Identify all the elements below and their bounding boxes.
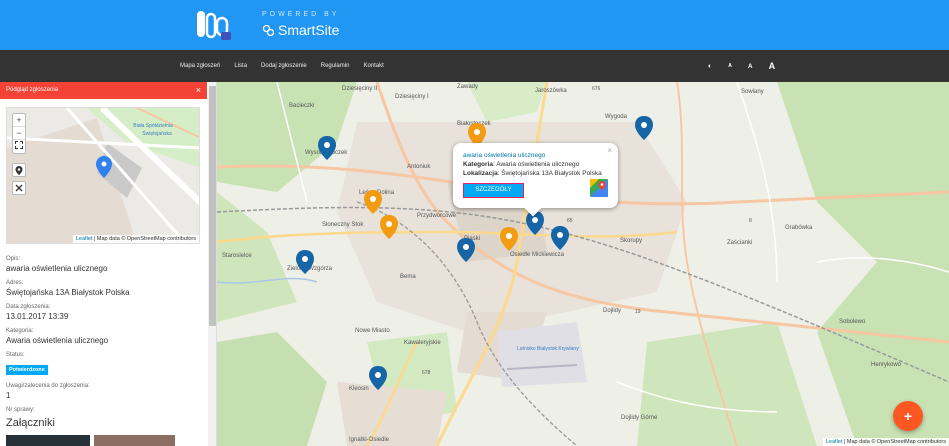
map-label-sobolewo: Sobolewo	[839, 319, 866, 325]
map-label-dojlidy: Dojlidy	[603, 308, 621, 314]
map-label-kleosin: Kleosin	[349, 386, 369, 392]
map-label-sowlany: Sowlany	[741, 89, 764, 95]
road-label-65: 65	[567, 218, 573, 224]
scrollbar-thumb[interactable]	[209, 86, 216, 326]
map-label-zascianki: Zaścianki	[727, 240, 752, 246]
map-label-bacieczki: Bacieczki	[289, 103, 314, 109]
map-label-airport: Lotnisko Białystok Krywlany	[517, 346, 579, 352]
top-header: POWERED BY SmartSite	[0, 0, 949, 50]
map-label-dziesieciny: Dziesięciny II	[342, 86, 378, 92]
map-label-kawaleryjskie: Kawaleryjskie	[404, 340, 441, 346]
panel-scrollbar[interactable]	[208, 82, 216, 446]
panel-header: Podgląd zgłoszenia	[0, 82, 207, 99]
category-value: Awaria oświetlenia ulicznego	[6, 336, 109, 345]
map-popup: × awaria oświetlenia ulicznego Kategoria…	[453, 143, 618, 217]
map-label-antoniuk: Antoniuk	[407, 164, 431, 170]
attachments-title: Załączniki	[6, 417, 55, 429]
contrast-toggle-icon[interactable]: ◐	[708, 63, 712, 70]
mini-map-label-street: Świętojańska	[142, 129, 172, 137]
map-label-starosielce: Starosielce	[222, 253, 252, 259]
main-map[interactable]: Bacieczki Dziesięciny II Dziesięciny I Z…	[217, 82, 949, 446]
mini-map-zoom-control: + −	[12, 113, 26, 154]
category-label: Kategoria:	[6, 328, 34, 334]
fullscreen-icon[interactable]	[13, 140, 25, 153]
map-label-przydworcowe: Przydworcowe	[417, 213, 457, 219]
popup-category: Kategoria: Awaria oświetlenia ulicznego	[463, 161, 580, 168]
details-button[interactable]: SZCZEGÓŁY	[463, 183, 524, 198]
map-label-nowe-miasto: Nowe Miasto	[355, 328, 390, 334]
locate-pin-icon[interactable]	[12, 163, 26, 177]
attachment-thumbnail-1[interactable]	[6, 435, 90, 446]
map-label-skorupy: Skorupy	[620, 238, 642, 244]
road-label-8: 8	[749, 218, 752, 224]
map-label-wygoda: Wygoda	[605, 114, 628, 120]
map-label-henrykowo: Henrykowo	[871, 362, 902, 368]
map-label-grabowka: Grabówka	[785, 225, 813, 231]
map-leaflet-link[interactable]: Leaflet	[826, 439, 843, 445]
comments-value: 1	[6, 391, 11, 400]
map-label-zawady: Zawady	[457, 84, 478, 90]
comments-label: Uwagi/zalecenia do zgłoszenia:	[6, 383, 90, 389]
add-report-fab[interactable]: +	[893, 401, 923, 431]
map-label-mickiewicza: Osiedle Mickiewicza	[510, 252, 565, 258]
smartsite-brand: SmartSite	[262, 22, 339, 38]
nav-terms[interactable]: Regulamin	[321, 63, 350, 69]
font-size-small[interactable]: A	[728, 63, 732, 69]
report-preview-panel: Podgląd zgłoszenia × Biała Spółdzielnia …	[0, 82, 217, 446]
description-value: awaria oświetlenia ulicznego	[6, 264, 108, 273]
map-label-sloneczny-stok: Słoneczny Stok	[322, 222, 364, 228]
smartsite-logo-icon	[262, 24, 275, 37]
mini-map-attribution: Leaflet | Map data © OpenStreetMap contr…	[72, 235, 199, 243]
google-maps-icon[interactable]	[590, 179, 608, 197]
attachment-thumbnail-2[interactable]	[94, 435, 175, 446]
nav-map[interactable]: Mapa zgłoszeń	[180, 63, 220, 69]
status-badge: Potwierdzone	[6, 365, 48, 375]
nav-contact[interactable]: Kontakt	[363, 63, 383, 69]
road-label-678: 678	[422, 370, 431, 376]
nav-add-report[interactable]: Dodaj zgłoszenie	[261, 63, 307, 69]
mini-map-label-spoldzielnia: Biała Spółdzielnia	[133, 123, 173, 129]
expand-icon[interactable]	[12, 181, 26, 195]
map-label-dojlidy-gorne: Dojlidy Górne	[621, 415, 658, 421]
map-tiles: Bacieczki Dziesięciny II Dziesięciny I Z…	[217, 82, 949, 446]
report-fields: Opis: awaria oświetlenia ulicznego Adres…	[6, 249, 206, 413]
font-size-large[interactable]: A	[769, 61, 776, 71]
mini-map-leaflet-link[interactable]: Leaflet	[76, 236, 93, 242]
map-label-bema: Bema	[400, 274, 416, 280]
brand-name: SmartSite	[278, 22, 340, 38]
map-label-dziesieciny1: Dziesięciny I	[395, 94, 429, 100]
panel-close-icon[interactable]: ×	[196, 85, 201, 95]
date-value: 13.01.2017 13:39	[6, 312, 69, 321]
address-value: Świętojańska 13A Białystok Polska	[6, 288, 130, 297]
date-label: Data zgłoszenia:	[6, 304, 51, 310]
description-label: Opis:	[6, 256, 21, 262]
road-label-19: 19	[635, 309, 641, 315]
nav-list[interactable]: Lista	[234, 63, 247, 69]
powered-by-text: POWERED BY	[262, 11, 340, 18]
mini-map[interactable]: Biała Spółdzielnia Świętojańska + − Leaf…	[6, 107, 200, 244]
popup-close-icon[interactable]: ×	[607, 146, 612, 155]
map-marker-blue-1[interactable]	[318, 136, 336, 160]
popup-location: Lokalizacja: Świętojańska 13A Białystok …	[463, 170, 602, 177]
road-label-676: 676	[592, 86, 601, 92]
address-label: Adres:	[6, 280, 24, 286]
zoom-out-button[interactable]: −	[13, 127, 25, 140]
panel-title: Podgląd zgłoszenia	[6, 87, 59, 93]
popup-title: awaria oświetlenia ulicznego	[463, 152, 546, 159]
app-logo[interactable]	[195, 8, 233, 42]
main-nav: Mapa zgłoszeń Lista Dodaj zgłoszenie Reg…	[0, 50, 949, 82]
map-label-jaroszowka: Jaroszówka	[535, 88, 567, 94]
zoom-in-button[interactable]: +	[13, 114, 25, 127]
map-attribution: Leaflet | Map data © OpenStreetMap contr…	[822, 438, 949, 446]
map-label-ignatki: Ignatki-Osiedle	[349, 437, 390, 443]
case-number-label: Nr sprawy:	[6, 407, 35, 413]
font-size-medium[interactable]: A	[748, 63, 753, 70]
app-root: POWERED BY SmartSite Mapa zgłoszeń Lista…	[0, 0, 949, 446]
